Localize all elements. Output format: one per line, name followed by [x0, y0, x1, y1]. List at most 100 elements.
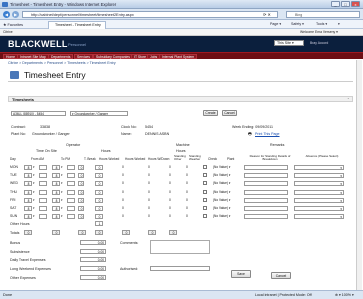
- grid-row-2-cell-plant[interactable]: (No Value) ▾: [212, 173, 236, 179]
- grid-row-1-cell-from[interactable]: 8: [24, 165, 32, 170]
- spinner-icon[interactable]: ▾: [61, 173, 63, 177]
- search-input[interactable]: Bing: [286, 11, 360, 18]
- maximize-button[interactable]: □: [341, 1, 350, 7]
- other-hours-input[interactable]: 1: [95, 221, 103, 226]
- grid-row-4-cell-to[interactable]: 8: [52, 189, 60, 195]
- save-button[interactable]: Save: [231, 270, 251, 278]
- employee-select[interactable]: A36LL (88910) - 5454: [11, 111, 66, 116]
- grid-row-4-checkbox[interactable]: [203, 189, 207, 194]
- grid-row-5-cell-6[interactable]: [67, 197, 75, 203]
- bonus-input[interactable]: 0.00: [80, 240, 106, 245]
- grid-row-7-cell-3[interactable]: [39, 214, 47, 220]
- close-button[interactable]: x: [351, 1, 360, 7]
- long-weekend-input[interactable]: 0.00: [80, 266, 106, 271]
- breadcrumb[interactable]: Citrixe > Departments > Personnel > Time…: [8, 61, 116, 65]
- grid-row-5-reason[interactable]: [244, 197, 288, 203]
- spinner-icon[interactable]: ▾: [33, 165, 35, 169]
- grid-row-2-cell-6[interactable]: [67, 173, 75, 179]
- other-expenses-input[interactable]: 0.00: [80, 275, 106, 280]
- grid-row-4-reason[interactable]: [244, 189, 288, 195]
- menu-site-map[interactable]: Intranet Site Map: [17, 54, 49, 59]
- refresh-icon[interactable]: ⟳ ✕: [263, 12, 271, 17]
- spinner-icon[interactable]: ▾: [33, 173, 35, 177]
- grid-row-5-cell-3[interactable]: [39, 197, 47, 203]
- grid-row-6-cell-plant[interactable]: (No Value) ▾: [212, 206, 236, 211]
- cmd-help[interactable]: ▾: [338, 22, 340, 26]
- spinner-icon[interactable]: ▾: [33, 214, 35, 218]
- grid-row-6-cell-3[interactable]: [39, 206, 47, 211]
- spinner-icon[interactable]: ▾: [61, 181, 63, 185]
- grid-row-5-cell-from[interactable]: 8: [24, 197, 32, 203]
- grid-row-5-absence-select[interactable]: ▾: [294, 197, 344, 203]
- grid-row-7-cell-plant[interactable]: (No Value) ▾: [212, 214, 236, 220]
- collapse-icon[interactable]: ˇ: [348, 97, 349, 102]
- spinner-icon[interactable]: ▾: [33, 181, 35, 185]
- cmd-page[interactable]: Page ▾: [270, 22, 281, 26]
- page-scrollbar[interactable]: [356, 60, 362, 290]
- daily-travel-input[interactable]: 0.00: [80, 257, 106, 262]
- grid-row-3-absence-select[interactable]: ▾: [294, 181, 344, 187]
- printer-icon[interactable]: 🖶: [248, 131, 252, 138]
- grid-row-5-cell-hrs[interactable]: 0: [95, 197, 103, 203]
- grid-row-2-reason[interactable]: [244, 173, 288, 179]
- grid-row-2-cell-to[interactable]: 8: [52, 173, 60, 179]
- forward-icon[interactable]: ▶: [12, 11, 19, 18]
- grid-row-7-cell-6[interactable]: [67, 214, 75, 220]
- address-bar[interactable]: http://cabinet/dept/personnel/timesheet/…: [22, 11, 278, 18]
- grid-row-1-reason[interactable]: [244, 165, 288, 170]
- browser-tab[interactable]: Timesheet - Timesheet Entry: [48, 21, 106, 29]
- grid-row-3-checkbox[interactable]: [203, 181, 207, 186]
- favorites-button[interactable]: ★ Favorites: [3, 22, 23, 27]
- grid-row-2-cell-3[interactable]: [39, 173, 47, 179]
- menu-home[interactable]: Home: [3, 54, 19, 59]
- grid-row-1-cell-plant[interactable]: (No Value) ▾: [212, 165, 236, 170]
- grid-row-1-cell-to[interactable]: 8: [52, 165, 60, 170]
- spinner-icon[interactable]: ▾: [61, 198, 63, 202]
- site-logo[interactable]: BLACKWELL: [8, 39, 68, 49]
- grid-row-3-cell-from[interactable]: 8: [24, 181, 32, 187]
- grid-row-2-cell-hrs[interactable]: 0: [95, 173, 103, 179]
- security-zone[interactable]: Local intranet | Protected Mode: Off: [255, 293, 312, 297]
- grid-row-7-absence-select[interactable]: ▾: [294, 214, 344, 220]
- grid-row-7-cell-brk[interactable]: 0: [78, 214, 84, 220]
- grid-row-3-cell-6[interactable]: [67, 181, 75, 187]
- spinner-icon[interactable]: ▾: [33, 190, 35, 194]
- cmd-tools[interactable]: Tools ▾: [316, 22, 327, 26]
- grid-row-1-cell-3[interactable]: [39, 165, 47, 170]
- grid-row-3-cell-hrs[interactable]: 0: [95, 181, 103, 187]
- grid-row-6-cell-6[interactable]: [67, 206, 75, 211]
- grid-row-2-cell-from[interactable]: 8: [24, 173, 32, 179]
- minimize-button[interactable]: _: [331, 1, 340, 7]
- grid-row-1-checkbox[interactable]: [203, 165, 207, 169]
- cmd-safety[interactable]: Safety ▾: [291, 22, 304, 26]
- grid-row-1-cell-hrs[interactable]: 0: [95, 165, 103, 170]
- grid-row-2-cell-brk[interactable]: 0: [78, 173, 84, 179]
- menu-services[interactable]: Services: [74, 54, 94, 59]
- spinner-icon[interactable]: ▾: [61, 206, 63, 210]
- spinner-icon[interactable]: ▾: [61, 190, 63, 194]
- grid-row-6-checkbox[interactable]: [203, 206, 207, 210]
- cancel-button[interactable]: Cancel: [271, 272, 291, 279]
- menu-subsidiaries[interactable]: Subsidiary Companies: [93, 54, 133, 59]
- menu-plant-system[interactable]: Internal Plant System: [159, 54, 198, 59]
- role-select[interactable]: ▾ Groundworker / Ganger: [70, 111, 128, 116]
- grid-row-7-cell-hrs[interactable]: 0: [95, 214, 103, 220]
- back-icon[interactable]: ◀: [3, 11, 10, 18]
- spinner-icon[interactable]: ▾: [33, 206, 35, 210]
- grid-row-5-cell-to[interactable]: 8: [52, 197, 60, 203]
- grid-row-6-absence-select[interactable]: ▾: [294, 206, 344, 211]
- grid-row-2-absence-select[interactable]: ▾: [294, 173, 344, 179]
- grid-row-6-cell-brk[interactable]: 0: [78, 206, 84, 211]
- grid-row-4-cell-brk[interactable]: 0: [78, 189, 84, 195]
- grid-row-7-cell-to[interactable]: 8: [52, 214, 60, 220]
- grid-row-1-absence-select[interactable]: ▾: [294, 165, 344, 170]
- grid-row-6-cell-to[interactable]: 8: [52, 206, 60, 211]
- grid-row-3-cell-plant[interactable]: (No Value) ▾: [212, 181, 236, 187]
- grid-row-4-cell-from[interactable]: 8: [24, 189, 32, 195]
- spinner-icon[interactable]: ▾: [61, 214, 63, 218]
- grid-row-7-cell-from[interactable]: 8: [24, 214, 32, 220]
- authorised-input[interactable]: [150, 266, 210, 271]
- spinner-icon[interactable]: ▾: [33, 198, 35, 202]
- site-scope-select[interactable]: This Site ▾: [274, 40, 304, 46]
- cancel-top-button[interactable]: Cancel: [222, 110, 237, 116]
